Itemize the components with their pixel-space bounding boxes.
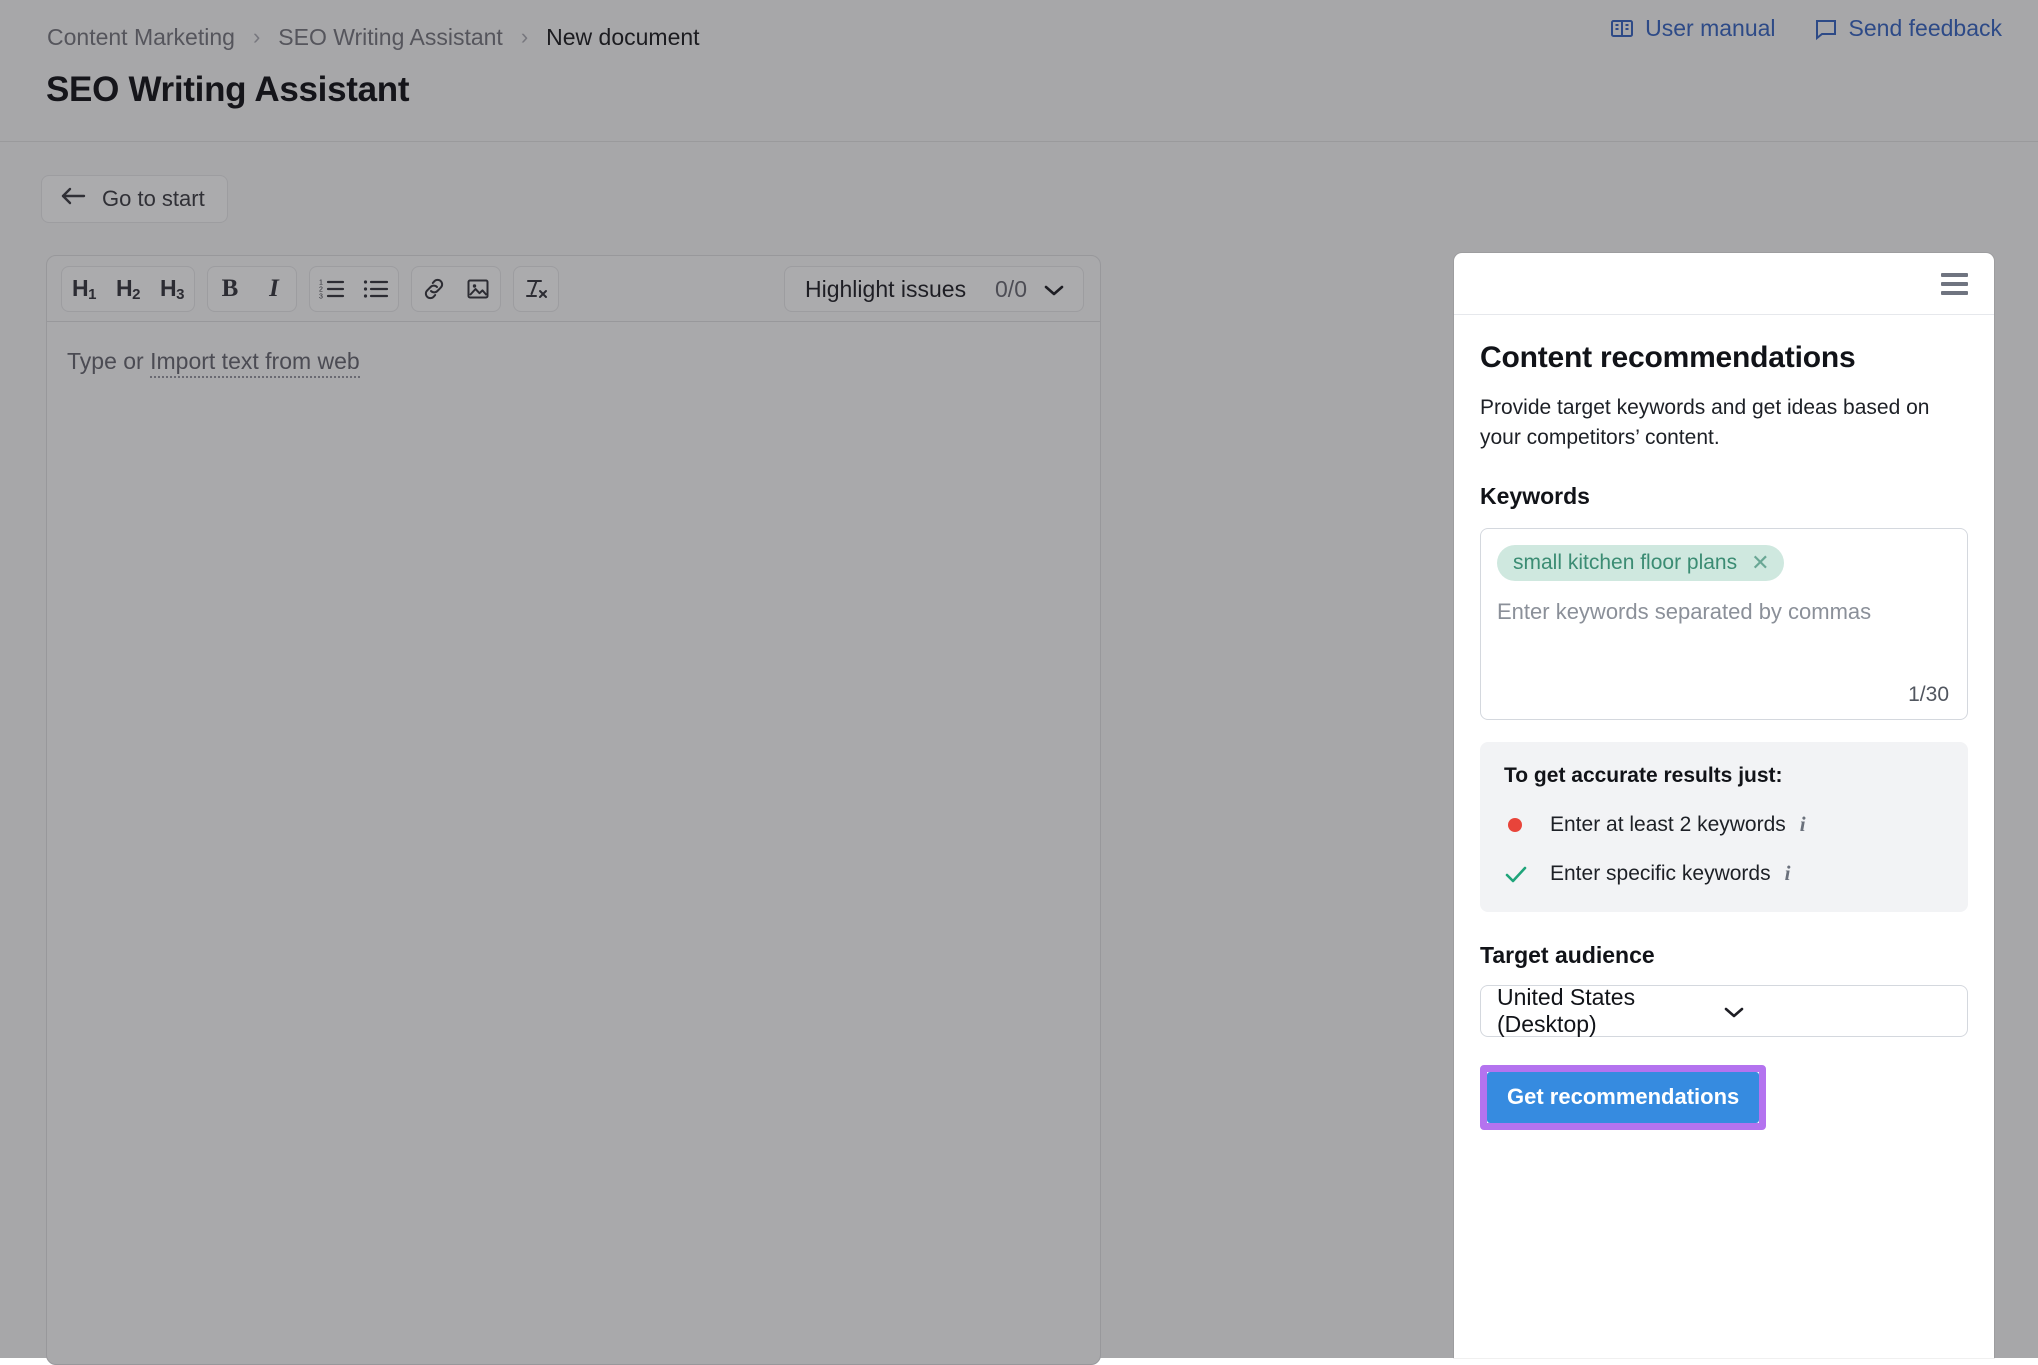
header-links: User manual Send feedback [1610, 15, 2002, 42]
user-manual-label: User manual [1645, 15, 1775, 42]
breadcrumb-item-seo-writing-assistant[interactable]: SEO Writing Assistant [278, 23, 503, 51]
panel-content: Content recommendations Provide target k… [1454, 315, 1994, 1130]
heading-2-button[interactable]: H2 [106, 267, 150, 311]
close-icon[interactable]: ✕ [1751, 552, 1769, 574]
document-editor: H1 H2 H3 B I 1 2 3 [46, 255, 1101, 1365]
italic-button[interactable]: I [252, 267, 296, 311]
user-manual-link[interactable]: User manual [1610, 15, 1775, 42]
heading-button-group: H1 H2 H3 [61, 266, 195, 312]
heading-1-button[interactable]: H1 [62, 267, 106, 311]
breadcrumb: Content Marketing › SEO Writing Assistan… [47, 23, 700, 51]
panel-subtitle: Provide target keywords and get ideas ba… [1480, 393, 1968, 453]
speech-bubble-icon [1814, 17, 1838, 41]
page-header: Content Marketing › SEO Writing Assistan… [0, 0, 2038, 142]
keyword-tag[interactable]: small kitchen floor plans ✕ [1497, 545, 1784, 581]
tip-label: Enter specific keywords [1550, 862, 1771, 886]
svg-text:1: 1 [319, 279, 323, 286]
keywords-counter: 1/30 [1908, 683, 1949, 707]
go-to-start-button[interactable]: Go to start [41, 175, 228, 223]
target-audience-select[interactable]: United States (Desktop) [1480, 985, 1968, 1037]
image-button[interactable] [456, 267, 500, 311]
hamburger-bar [1941, 282, 1968, 286]
send-feedback-link[interactable]: Send feedback [1814, 15, 2002, 42]
info-icon[interactable]: i [1800, 812, 1806, 837]
clear-formatting-group [513, 266, 559, 312]
heading-3-button[interactable]: H3 [150, 267, 194, 311]
error-dot-icon [1504, 818, 1550, 832]
tip-label: Enter at least 2 keywords [1550, 813, 1786, 837]
chevron-down-icon [1043, 276, 1065, 303]
book-icon [1610, 17, 1634, 41]
content-recommendations-panel: Content recommendations Provide target k… [1454, 253, 1994, 1358]
hamburger-bar [1941, 273, 1968, 277]
target-audience-heading: Target audience [1480, 942, 1968, 969]
hamburger-bar [1941, 291, 1968, 295]
get-recommendations-highlight: Get recommendations [1480, 1065, 1766, 1130]
highlight-issues-dropdown[interactable]: Highlight issues 0/0 [784, 266, 1084, 312]
breadcrumb-separator-icon: › [521, 23, 528, 51]
send-feedback-label: Send feedback [1849, 15, 2002, 42]
hamburger-menu-icon[interactable] [1941, 273, 1968, 295]
check-icon [1504, 864, 1550, 884]
bold-button[interactable]: B [208, 267, 252, 311]
breadcrumb-separator-icon: › [253, 23, 260, 51]
editor-placeholder-prefix: Type or [67, 348, 150, 374]
clear-formatting-button[interactable] [514, 267, 558, 311]
accuracy-tips-box: To get accurate results just: Enter at l… [1480, 742, 1968, 912]
tip-row-min-keywords: Enter at least 2 keywords i [1504, 812, 1944, 837]
editor-toolbar: H1 H2 H3 B I 1 2 3 [47, 256, 1100, 322]
text-style-button-group: B I [207, 266, 297, 312]
link-button[interactable] [412, 267, 456, 311]
keywords-input[interactable]: small kitchen floor plans ✕ Enter keywor… [1480, 528, 1968, 720]
panel-toolbar [1454, 253, 1994, 315]
go-to-start-label: Go to start [102, 186, 205, 212]
insert-button-group [411, 266, 501, 312]
target-audience-value: United States (Desktop) [1497, 984, 1723, 1038]
back-arrow-icon [60, 186, 86, 212]
breadcrumb-item-new-document: New document [546, 23, 699, 51]
breadcrumb-item-content-marketing[interactable]: Content Marketing [47, 23, 235, 51]
keyword-tag-label: small kitchen floor plans [1513, 551, 1737, 575]
ordered-list-button[interactable]: 1 2 3 [310, 267, 354, 311]
get-recommendations-button[interactable]: Get recommendations [1487, 1072, 1759, 1123]
import-text-from-web-link[interactable]: Import text from web [150, 348, 360, 378]
keywords-heading: Keywords [1480, 483, 1968, 510]
svg-text:3: 3 [319, 293, 323, 300]
info-icon[interactable]: i [1785, 861, 1791, 886]
chevron-down-icon [1723, 998, 1949, 1025]
accuracy-tips-title: To get accurate results just: [1504, 764, 1944, 788]
tip-row-specific-keywords: Enter specific keywords i [1504, 861, 1944, 886]
page-title: SEO Writing Assistant [46, 70, 409, 110]
highlight-issues-count: 0/0 [995, 276, 1027, 303]
svg-text:2: 2 [319, 286, 323, 293]
panel-title: Content recommendations [1480, 341, 1968, 375]
keywords-placeholder: Enter keywords separated by commas [1497, 599, 1951, 625]
highlight-issues-label: Highlight issues [805, 276, 995, 303]
bulleted-list-button[interactable] [354, 267, 398, 311]
list-button-group: 1 2 3 [309, 266, 399, 312]
editor-text-area[interactable]: Type or Import text from web [47, 322, 1100, 375]
